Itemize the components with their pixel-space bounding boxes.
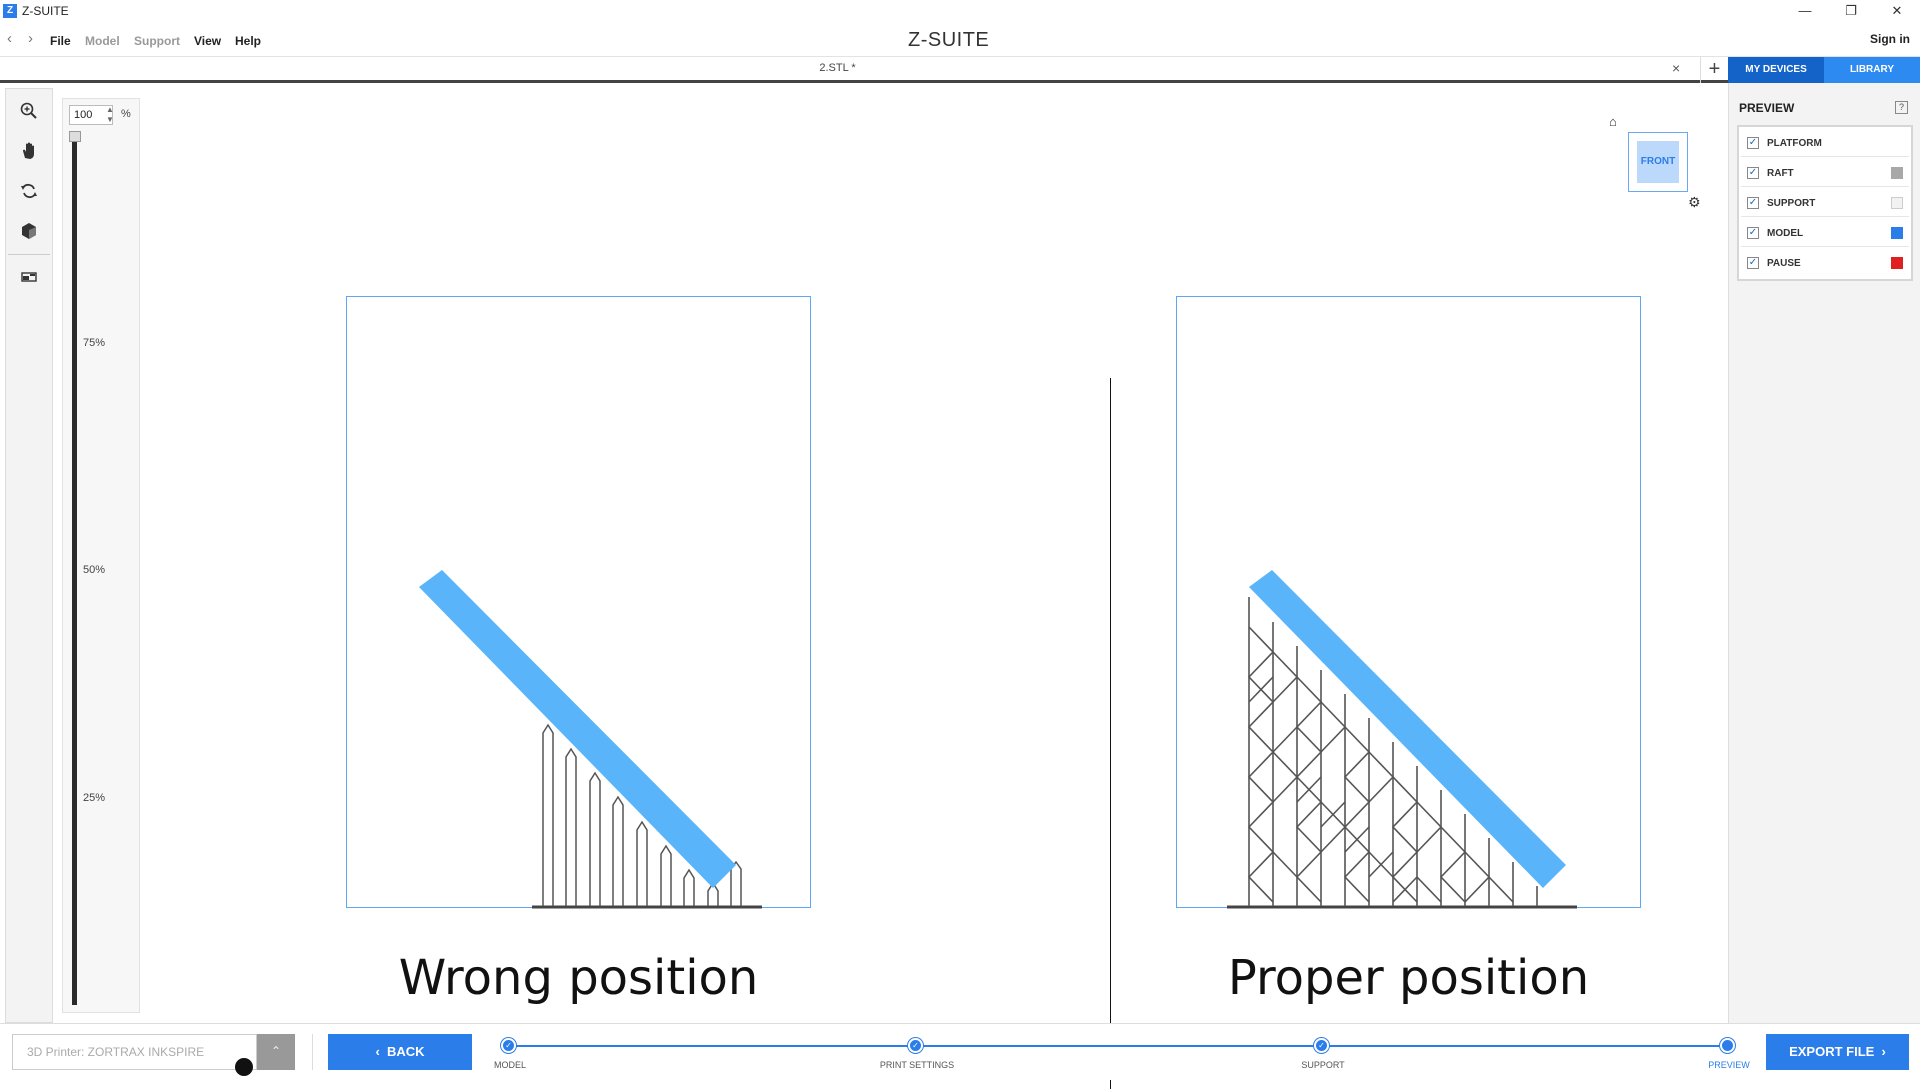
checkbox-pause[interactable]: ✓ [1747,257,1759,269]
layer-slider-handle[interactable] [69,131,81,142]
toolbar-divider [8,254,50,255]
menu-support[interactable]: Support [134,34,180,48]
raft-color-swatch[interactable] [1891,167,1903,179]
export-file-button[interactable]: EXPORT FILE › [1766,1034,1909,1070]
add-tab-button[interactable]: + [1700,57,1728,83]
menu-help[interactable]: Help [235,34,261,48]
layer-label-pause: PAUSE [1767,258,1801,269]
step-support-label: SUPPORT [1301,1060,1345,1070]
layer-label-model: MODEL [1767,228,1804,239]
gear-icon[interactable]: ⚙ [1688,194,1701,211]
back-button-label: BACK [387,1044,425,1059]
right-model-scene [1227,570,1577,909]
support-color-swatch[interactable] [1891,197,1903,209]
left-model-scene [419,570,762,909]
step-print-settings-dot[interactable]: ✓ [908,1038,923,1053]
my-devices-button[interactable]: MY DEVICES [1728,57,1824,83]
comparison-divider [1110,378,1111,1089]
checkbox-platform[interactable]: ✓ [1747,137,1759,149]
menu-bar: ‹ › File Model Support View Help Z-SUITE… [0,22,1920,57]
left-print-volume [346,296,811,909]
menu-view[interactable]: View [194,34,221,48]
layer-row-model[interactable]: ✓ MODEL [1741,219,1909,247]
checkbox-raft[interactable]: ✓ [1747,167,1759,179]
help-icon[interactable]: ? [1895,101,1908,114]
bottom-bar: 3D Printer: ZORTRAX INKSPIRE ⌃ ‹ BACK ✓ … [0,1023,1920,1080]
title-bar: Z Z-SUITE — ❐ ✕ [0,0,1920,22]
cube-view-icon[interactable] [9,213,49,249]
printer-select[interactable]: 3D Printer: ZORTRAX INKSPIRE [12,1034,257,1070]
layer-view-icon[interactable] [9,259,49,295]
viewport-canvas[interactable]: Wrong position Proper position [150,88,1725,1089]
library-button[interactable]: LIBRARY [1824,57,1920,83]
home-view-icon[interactable]: ⌂ [1609,114,1617,129]
window-title: Z-SUITE [22,4,69,18]
step-support-dot[interactable]: ✓ [1314,1038,1329,1053]
export-button-label: EXPORT FILE [1789,1044,1875,1059]
model-color-swatch[interactable] [1891,227,1903,239]
view-cube[interactable]: FRONT [1628,132,1688,192]
right-support-lattice [1247,597,1538,906]
view-cube-front-face[interactable]: FRONT [1637,141,1679,183]
forward-arrow-icon[interactable]: › [28,30,33,47]
slider-tick-50: 50% [83,564,106,576]
pause-color-swatch[interactable] [1891,257,1903,269]
close-window-button[interactable]: ✕ [1874,0,1920,22]
step-preview-dot[interactable] [1720,1038,1735,1053]
menu-file[interactable]: File [50,34,71,48]
zoom-in-icon[interactable] [9,93,49,129]
right-print-volume [1176,296,1641,909]
zoom-unit-label: % [121,108,131,120]
pan-hand-icon[interactable] [9,133,49,169]
slider-tick-25: 25% [83,792,106,804]
layer-row-pause[interactable]: ✓ PAUSE [1741,249,1909,277]
step-print-settings-label: PRINT SETTINGS [879,1060,955,1070]
layer-slider-track[interactable] [72,135,77,1005]
zoom-stepper[interactable]: ▲ ▼ [105,105,115,125]
app-icon: Z [3,4,17,18]
step-model-dot[interactable]: ✓ [501,1038,516,1053]
zoom-panel: 100 ▲ ▼ % 75% 50% 25% [62,98,140,1013]
slider-tick-75: 75% [83,337,106,349]
layer-row-raft[interactable]: ✓ RAFT [1741,159,1909,187]
step-model-label: MODEL [493,1060,527,1070]
minimize-button[interactable]: — [1782,0,1828,22]
tab-close-icon[interactable]: × [1672,60,1680,76]
left-model-bar [419,570,736,888]
tab-file-name[interactable]: 2.STL * [0,62,1675,74]
layer-label-raft: RAFT [1767,168,1794,179]
layer-label-support: SUPPORT [1767,198,1816,209]
bottom-divider [312,1034,313,1070]
left-caption: Wrong position [398,950,759,1006]
rotate-icon[interactable] [9,173,49,209]
workflow-progress-line [508,1045,1728,1047]
app-logo: Z-SUITE [908,29,990,51]
checkbox-support[interactable]: ✓ [1747,197,1759,209]
left-toolbar [5,88,53,1023]
lock-icon[interactable] [235,1058,253,1076]
sign-in-link[interactable]: Sign in [1870,32,1910,46]
back-arrow-icon[interactable]: ‹ [7,30,12,47]
menu-model[interactable]: Model [85,34,120,48]
preview-title: PREVIEW [1739,101,1795,115]
layer-row-platform[interactable]: ✓ PLATFORM [1741,129,1909,157]
chevron-up-icon[interactable]: ⌃ [257,1034,295,1070]
right-caption: Proper position [1227,950,1590,1006]
step-preview-label: PREVIEW [1708,1060,1750,1070]
preview-panel: PREVIEW ? ✓ PLATFORM ✓ RAFT ✓ SUPPORT ✓ … [1728,83,1920,1023]
back-button[interactable]: ‹ BACK [328,1034,472,1070]
layer-row-support[interactable]: ✓ SUPPORT [1741,189,1909,217]
checkbox-model[interactable]: ✓ [1747,227,1759,239]
layer-visibility-list: ✓ PLATFORM ✓ RAFT ✓ SUPPORT ✓ MODEL ✓ PA… [1737,125,1913,281]
tab-bar: 2.STL * × + [0,57,1728,83]
layer-label-platform: PLATFORM [1767,138,1822,149]
restore-button[interactable]: ❐ [1828,0,1874,22]
